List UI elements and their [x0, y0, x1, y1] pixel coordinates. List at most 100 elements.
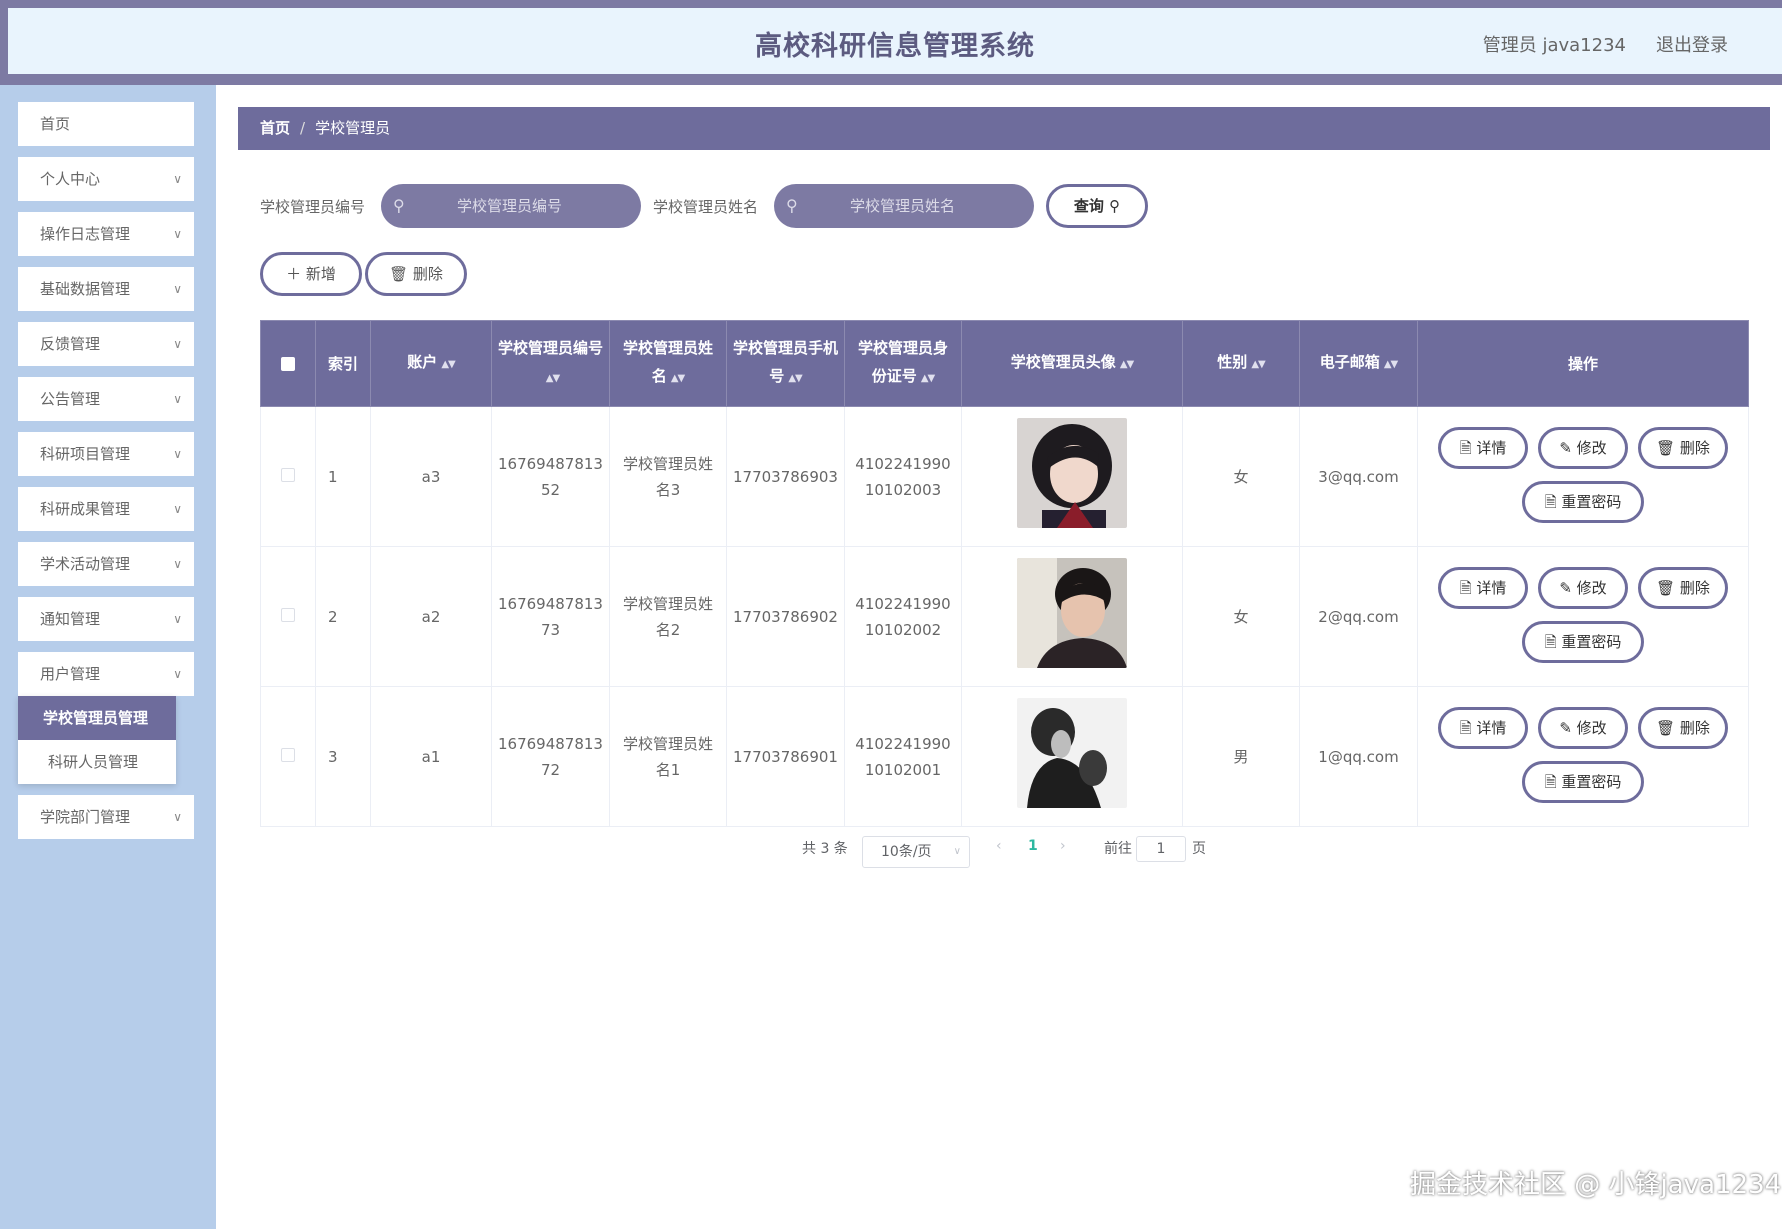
- next-page-icon[interactable]: ›: [1060, 838, 1066, 854]
- search-icon: ⚲: [1109, 197, 1121, 215]
- header-id-card[interactable]: 学校管理员身份证号 ▲▼: [844, 320, 962, 407]
- admin-name-label: 学校管理员姓名: [653, 198, 759, 216]
- query-button[interactable]: 查询 ⚲: [1046, 184, 1148, 228]
- sort-icon[interactable]: ▲▼: [788, 373, 802, 384]
- prev-page-icon[interactable]: ‹: [996, 838, 1002, 854]
- header-email[interactable]: 电子邮箱 ▲▼: [1299, 320, 1418, 407]
- header-phone[interactable]: 学校管理员手机号 ▲▼: [726, 320, 845, 407]
- trash-icon: 🗑: [1656, 719, 1676, 737]
- detail-button[interactable]: 🗎 详情: [1438, 427, 1528, 469]
- reset-password-button[interactable]: 🗎 重置密码: [1522, 481, 1644, 523]
- top-header: 高校科研信息管理系统 管理员 java1234 退出登录: [0, 0, 1782, 85]
- cell-admin-no: 1676948781372: [491, 686, 610, 827]
- detail-button[interactable]: 🗎 详情: [1438, 567, 1528, 609]
- row-select-cell[interactable]: [260, 686, 316, 827]
- select-all-header[interactable]: [260, 320, 316, 407]
- cell-id-card: 410224199010102003: [844, 406, 962, 547]
- sidebar-item-operation-log[interactable]: 操作日志管理 ∨: [18, 212, 194, 256]
- sidebar-item-notice[interactable]: 通知管理 ∨: [18, 597, 194, 641]
- edit-label: 修改: [1576, 579, 1607, 597]
- edit-button[interactable]: ✎ 修改: [1538, 707, 1628, 749]
- sidebar-item-home[interactable]: 首页: [18, 102, 194, 146]
- user-management-submenu: 学校管理员管理 科研人员管理: [18, 696, 176, 784]
- page-unit-label: 页: [1192, 841, 1206, 857]
- row-select-cell[interactable]: [260, 406, 316, 547]
- reset-password-button[interactable]: 🗎 重置密码: [1522, 761, 1644, 803]
- delete-button[interactable]: 🗑 删除: [1638, 707, 1728, 749]
- select-all-checkbox[interactable]: [281, 357, 295, 371]
- sidebar-item-user-management[interactable]: 用户管理 ∨: [18, 652, 194, 696]
- sort-icon[interactable]: ▲▼: [1251, 359, 1265, 370]
- chevron-up-icon: ∨: [173, 667, 182, 681]
- cell-phone: 17703786902: [726, 546, 845, 687]
- header-avatar[interactable]: 学校管理员头像 ▲▼: [961, 320, 1183, 407]
- sort-icon[interactable]: ▲▼: [921, 373, 935, 384]
- sort-icon[interactable]: ▲▼: [1384, 359, 1398, 370]
- sidebar-item-feedback[interactable]: 反馈管理 ∨: [18, 322, 194, 366]
- sidebar: 首页 个人中心 ∨ 操作日志管理 ∨ 基础数据管理 ∨ 反馈管理 ∨ 公告管理 ∨ 科研项…: [0, 85, 216, 1229]
- current-user: 管理员 java1234: [1482, 35, 1626, 56]
- sort-icon[interactable]: ▲▼: [1120, 359, 1134, 370]
- cell-email: 3@qq.com: [1299, 406, 1418, 547]
- sidebar-item-college-department[interactable]: 学院部门管理 ∨: [18, 795, 194, 839]
- cell-admin-name: 学校管理员姓名2: [609, 546, 727, 687]
- chevron-down-icon: ∨: [173, 502, 182, 516]
- breadcrumb-separator: /: [300, 119, 306, 137]
- delete-label: 删除: [1679, 439, 1710, 457]
- sidebar-item-basic-data[interactable]: 基础数据管理 ∨: [18, 267, 194, 311]
- detail-button[interactable]: 🗎 详情: [1438, 707, 1528, 749]
- sidebar-item-announcement[interactable]: 公告管理 ∨: [18, 377, 194, 421]
- row-actions: 🗎 详情 ✎ 修改 🗑 删除 🗎 重置密码: [1424, 687, 1742, 826]
- table-row: 3 a1 1676948781372 学校管理员姓名1 17703786901 …: [260, 686, 1749, 827]
- batch-delete-button[interactable]: 🗑 删除: [365, 252, 467, 296]
- admin-no-placeholder: 学校管理员编号: [457, 197, 563, 215]
- admin-name-search-input[interactable]: ⚲ 学校管理员姓名: [774, 184, 1034, 228]
- header-account[interactable]: 账户 ▲▼: [370, 320, 492, 407]
- sidebar-item-personal-center[interactable]: 个人中心 ∨: [18, 157, 194, 201]
- header-account-label: 账户: [407, 353, 438, 371]
- page-number-current[interactable]: 1: [1028, 838, 1038, 854]
- header-admin-no[interactable]: 学校管理员编号 ▲▼: [491, 320, 610, 407]
- sidebar-item-research-project[interactable]: 科研项目管理 ∨: [18, 432, 194, 476]
- page-size-select[interactable]: 10条/页 ∨: [862, 836, 970, 868]
- sidebar-item-academic-activity[interactable]: 学术活动管理 ∨: [18, 542, 194, 586]
- logout-link[interactable]: 退出登录: [1656, 31, 1728, 57]
- page-size-value: 10条/页: [881, 844, 932, 860]
- delete-button[interactable]: 🗑 删除: [1638, 427, 1728, 469]
- admin-no-search-input[interactable]: ⚲ 学校管理员编号: [381, 184, 641, 228]
- row-checkbox[interactable]: [281, 747, 295, 762]
- delete-button[interactable]: 🗑 删除: [1638, 567, 1728, 609]
- avatar-image[interactable]: [1017, 697, 1127, 808]
- sort-icon[interactable]: ▲▼: [546, 373, 560, 384]
- header-admin-name-label: 学校管理员姓名: [622, 339, 713, 385]
- header-index: 索引: [315, 320, 371, 407]
- add-button[interactable]: ＋ 新增: [260, 252, 362, 296]
- cell-operations: 🗎 详情 ✎ 修改 🗑 删除 🗎 重置密码: [1417, 686, 1749, 827]
- header-gender[interactable]: 性别 ▲▼: [1182, 320, 1300, 407]
- sort-icon[interactable]: ▲▼: [671, 373, 685, 384]
- admin-no-label: 学校管理员编号: [260, 198, 366, 216]
- submenu-item-researcher[interactable]: 科研人员管理: [18, 740, 176, 784]
- chevron-down-icon: ∨: [173, 810, 182, 824]
- document-icon: 🗎: [1459, 439, 1472, 457]
- edit-button[interactable]: ✎ 修改: [1538, 427, 1628, 469]
- goto-page-input[interactable]: 1: [1136, 836, 1186, 862]
- cell-gender: 女: [1182, 546, 1300, 687]
- row-select-cell[interactable]: [260, 546, 316, 687]
- row-checkbox[interactable]: [281, 607, 295, 622]
- avatar-image[interactable]: [1017, 417, 1127, 528]
- sidebar-item-label: 操作日志管理: [40, 225, 131, 243]
- sidebar-item-research-result[interactable]: 科研成果管理 ∨: [18, 487, 194, 531]
- sort-icon[interactable]: ▲▼: [441, 359, 455, 370]
- submenu-item-school-admin[interactable]: 学校管理员管理: [18, 696, 176, 740]
- reset-password-button[interactable]: 🗎 重置密码: [1522, 621, 1644, 663]
- breadcrumb-home[interactable]: 首页: [260, 119, 290, 137]
- cell-id-card: 410224199010102002: [844, 546, 962, 687]
- chevron-down-icon: ∨: [173, 227, 182, 241]
- edit-button[interactable]: ✎ 修改: [1538, 567, 1628, 609]
- header-admin-name[interactable]: 学校管理员姓名 ▲▼: [609, 320, 727, 407]
- avatar-image[interactable]: [1017, 557, 1127, 668]
- query-button-label: 查询: [1073, 197, 1104, 215]
- row-checkbox[interactable]: [281, 467, 295, 482]
- header-avatar-label: 学校管理员头像: [1010, 353, 1116, 371]
